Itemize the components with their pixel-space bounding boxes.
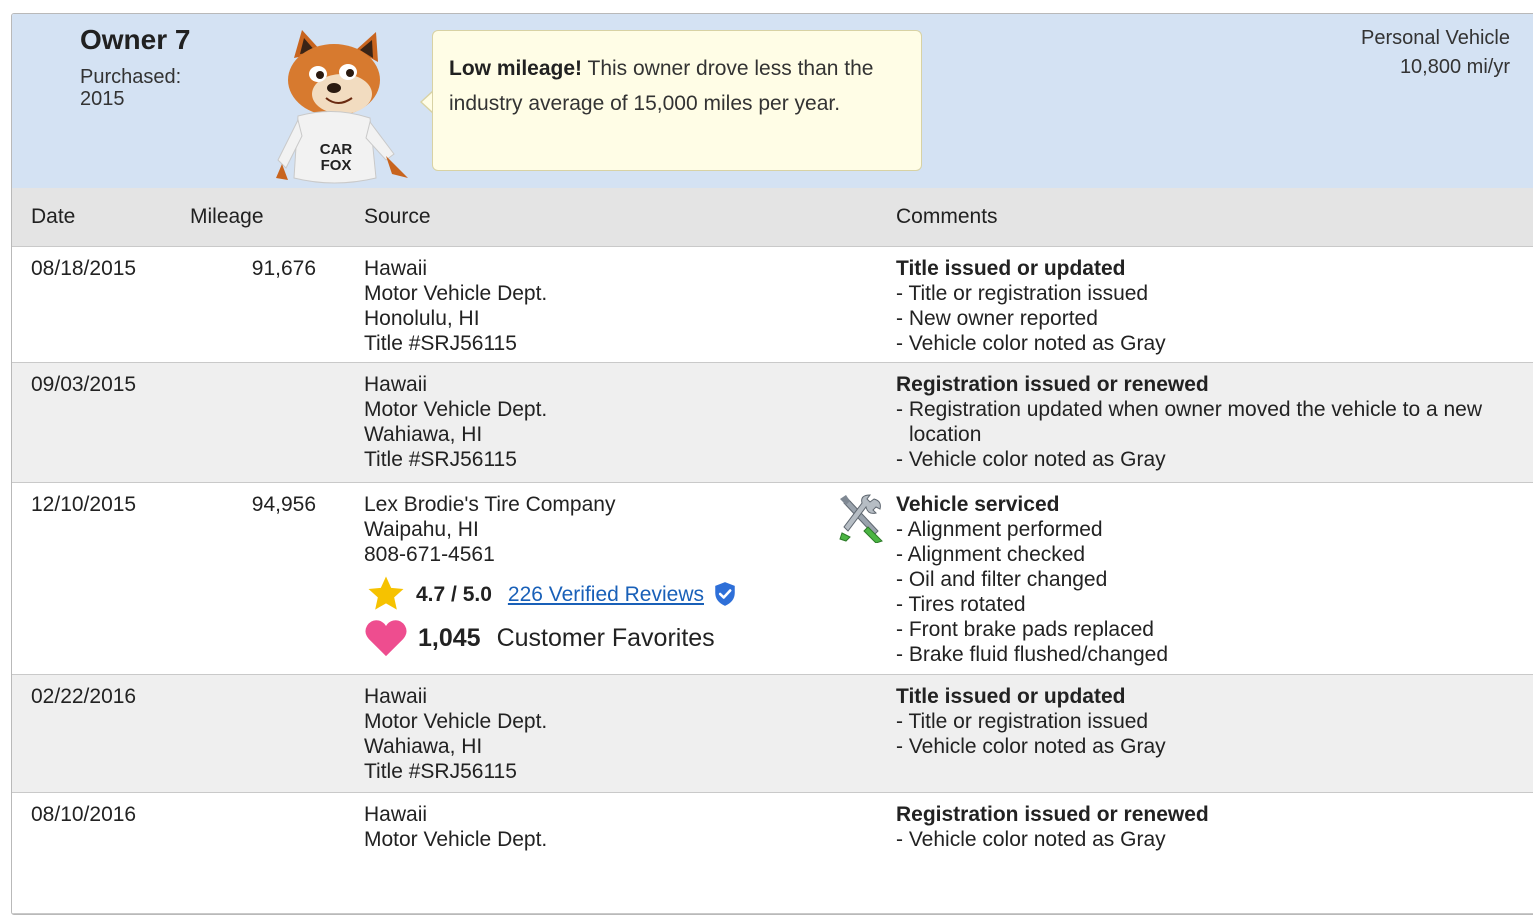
owner-header: Owner 7 Purchased: 2015 CAR FOX Low mile… (12, 14, 1533, 189)
record-date: 09/03/2015 (31, 373, 137, 396)
table-row: 08/10/2016 Hawaii Motor Vehicle Dept. Re… (12, 793, 1533, 914)
record-comments: Registration issued or renewed Vehicle c… (896, 802, 1521, 852)
rating-score: 4.7 / 5.0 (416, 582, 492, 606)
source-line: Hawaii (364, 803, 428, 826)
source-line: Motor Vehicle Dept. (364, 710, 548, 733)
record-date: 08/10/2016 (31, 803, 137, 826)
source-line: Lex Brodie's Tire Company (364, 493, 616, 516)
comment-item: Tires rotated (896, 592, 1521, 617)
column-comments: Comments (896, 205, 998, 228)
vehicle-type: Personal Vehicle (1361, 27, 1510, 49)
record-source: Hawaii Motor Vehicle Dept. Wahiawa, HI T… (364, 684, 804, 784)
shop-rating: 4.7 / 5.0 226 Verified Reviews (364, 576, 804, 612)
source-line: Motor Vehicle Dept. (364, 828, 548, 851)
source-line: Title #SRJ56115 (364, 760, 517, 783)
comment-item: Alignment checked (896, 542, 1521, 567)
carfox-mascot-icon: CAR FOX (276, 30, 408, 184)
record-date: 12/10/2015 (31, 493, 137, 516)
source-line: Motor Vehicle Dept. (364, 398, 548, 421)
purchased-year: 2015 (80, 88, 125, 110)
record-source: Hawaii Motor Vehicle Dept. (364, 802, 804, 852)
comment-item: Vehicle color noted as Gray (896, 331, 1521, 356)
record-source: Hawaii Motor Vehicle Dept. Wahiawa, HI T… (364, 372, 804, 472)
record-mileage: 94,956 (251, 493, 316, 516)
source-line: 808-671-4561 (364, 543, 495, 566)
service-tools-icon (839, 494, 883, 543)
comment-item: Vehicle color noted as Gray (896, 827, 1521, 852)
comment-item: New owner reported (896, 306, 1521, 331)
source-line: Hawaii (364, 373, 428, 396)
comment-item: Title or registration issued (896, 709, 1521, 734)
source-line: Title #SRJ56115 (364, 448, 517, 471)
annual-miles: 10,800 mi/yr (1399, 56, 1510, 78)
usage-info: Personal Vehicle 10,800 mi/yr (1361, 24, 1510, 82)
low-mileage-tip: Low mileage! This owner drove less than … (432, 30, 922, 171)
customer-favorites: 1,045 Customer Favorites (364, 618, 804, 658)
record-source: Hawaii Motor Vehicle Dept. Honolulu, HI … (364, 256, 804, 356)
column-mileage: Mileage (190, 205, 264, 228)
comment-item: Registration updated when owner moved th… (896, 397, 1521, 447)
comment-item: Vehicle color noted as Gray (896, 734, 1521, 759)
record-comments: Title issued or updated Title or registr… (896, 256, 1521, 356)
heart-icon (365, 620, 407, 657)
table-row: 02/22/2016 Hawaii Motor Vehicle Dept. Wa… (12, 675, 1533, 793)
owner-title: Owner 7 (80, 24, 191, 55)
comment-item: Oil and filter changed (896, 567, 1521, 592)
record-comments: Registration issued or renewed Registrat… (896, 372, 1521, 472)
comment-item: Front brake pads replaced (896, 617, 1521, 642)
comment-heading: Title issued or updated (896, 685, 1126, 708)
comment-heading: Registration issued or renewed (896, 373, 1209, 396)
record-comments: Title issued or updated Title or registr… (896, 684, 1521, 759)
record-date: 02/22/2016 (31, 685, 137, 708)
record-comments: Vehicle serviced Alignment performed Ali… (896, 492, 1521, 667)
table-header: Date Mileage Source Comments (12, 188, 1533, 247)
comment-item: Vehicle color noted as Gray (896, 447, 1521, 472)
source-line: Wahiawa, HI (364, 423, 483, 446)
comment-item: Brake fluid flushed/changed (896, 642, 1521, 667)
tip-highlight: Low mileage! (449, 57, 583, 80)
column-date: Date (31, 205, 76, 228)
table-row: 09/03/2015 Hawaii Motor Vehicle Dept. Wa… (12, 363, 1533, 483)
comment-item: Alignment performed (896, 517, 1521, 542)
star-icon (368, 576, 404, 610)
favorites-count: 1,045 (418, 623, 481, 652)
comment-item: Title or registration issued (896, 281, 1521, 306)
record-source: Lex Brodie's Tire Company Waipahu, HI 80… (364, 492, 804, 658)
record-date: 08/18/2015 (31, 257, 137, 280)
table-row: 08/18/2015 91,676 Hawaii Motor Vehicle D… (12, 247, 1533, 363)
svg-text:FOX: FOX (321, 157, 352, 174)
source-line: Hawaii (364, 685, 428, 708)
comment-heading: Registration issued or renewed (896, 803, 1209, 826)
source-line: Motor Vehicle Dept. (364, 282, 548, 305)
owner-history-panel: Owner 7 Purchased: 2015 CAR FOX Low mile… (11, 13, 1533, 915)
favorites-label: Customer Favorites (496, 623, 715, 652)
verified-badge-icon (715, 582, 735, 606)
verified-reviews-link[interactable]: 226 Verified Reviews (508, 582, 704, 607)
svg-text:CAR: CAR (320, 141, 353, 158)
source-line: Hawaii (364, 257, 428, 280)
column-source: Source (364, 205, 431, 228)
purchased-label: Purchased: (80, 66, 182, 88)
source-line: Waipahu, HI (364, 518, 479, 541)
comment-heading: Title issued or updated (896, 257, 1126, 280)
comment-heading: Vehicle serviced (896, 493, 1060, 516)
purchased-info: Purchased: 2015 (80, 66, 230, 110)
record-mileage: 91,676 (251, 257, 316, 280)
source-line: Title #SRJ56115 (364, 332, 517, 355)
source-line: Honolulu, HI (364, 307, 480, 330)
source-line: Wahiawa, HI (364, 735, 483, 758)
table-row: 12/10/2015 94,956 Lex Brodie's Tire Comp… (12, 483, 1533, 675)
